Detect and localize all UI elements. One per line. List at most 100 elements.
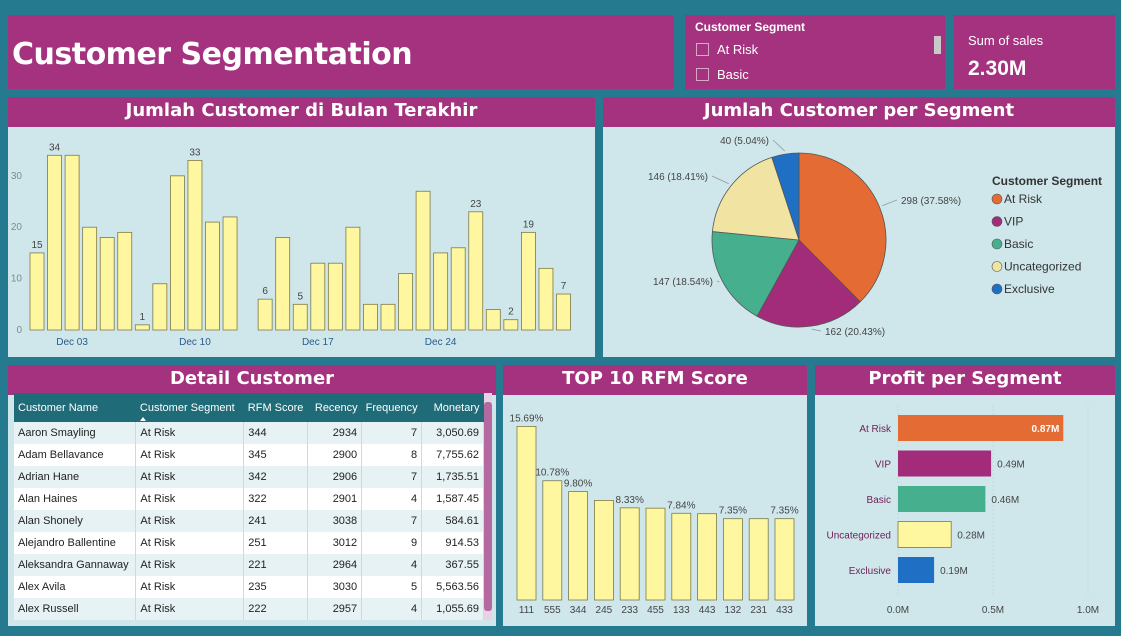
bar-data-label: 0.28M bbox=[957, 531, 985, 542]
table-cell: 2901 bbox=[307, 488, 363, 510]
kpi-value: 2.30M bbox=[968, 57, 1027, 80]
table-cell: 2934 bbox=[307, 422, 363, 444]
table-cell: 344 bbox=[243, 422, 309, 444]
pie-data-label: 162 (20.43%) bbox=[825, 327, 885, 338]
x-tick-label: 443 bbox=[699, 605, 716, 616]
daily-bar bbox=[380, 303, 396, 331]
table-row[interactable]: Alan Shonely At Risk 241 3038 7 584.61 bbox=[14, 510, 484, 532]
table-cell: 2906 bbox=[307, 466, 363, 488]
table-cell: 1,055.69 bbox=[421, 598, 484, 620]
daily-bar bbox=[538, 267, 554, 331]
table-row[interactable]: Aleksandra Gannaway At Risk 221 2964 4 367.55 bbox=[14, 554, 484, 576]
page-title: Customer Segmentation bbox=[12, 37, 413, 72]
daily-bar bbox=[345, 226, 361, 331]
table-cell: 3,050.69 bbox=[421, 422, 484, 444]
bar-data-label: 15 bbox=[31, 240, 43, 251]
pie-leader-line bbox=[772, 139, 786, 152]
pie-leader-line bbox=[716, 280, 720, 283]
bar-data-label: 7.35% bbox=[719, 506, 747, 517]
table-cell: 7 bbox=[361, 466, 423, 488]
rfm-chart-title: TOP 10 RFM Score bbox=[503, 365, 807, 395]
table-row[interactable]: Aaron Smayling At Risk 344 2934 7 3,050.69 bbox=[14, 422, 484, 444]
bar-data-label: 10.78% bbox=[535, 468, 569, 479]
daily-bar bbox=[222, 216, 238, 331]
daily-bar bbox=[47, 154, 62, 331]
x-tick-label: 245 bbox=[596, 605, 613, 616]
table-row[interactable]: Adrian Hane At Risk 342 2906 7 1,735.51 bbox=[14, 466, 484, 488]
pie-leader-line bbox=[811, 328, 822, 332]
daily-bar bbox=[275, 237, 291, 331]
daily-bar bbox=[64, 154, 80, 331]
checkbox-icon[interactable] bbox=[696, 67, 709, 81]
table-row[interactable]: Alan Haines At Risk 322 2901 4 1,587.45 bbox=[14, 488, 484, 510]
table-cell: At Risk bbox=[135, 466, 245, 488]
rfm-score-chart: 15.69% 111 10.78% 555 9.80% 344 245 8.33% 233 455… bbox=[510, 413, 799, 616]
table-cell: At Risk bbox=[135, 510, 245, 532]
column-header[interactable]: Frequency bbox=[362, 393, 422, 422]
category-label: Uncategorized bbox=[827, 531, 891, 542]
pie-chart-title: Jumlah Customer per Segment bbox=[603, 97, 1115, 127]
table-cell: 5,563.56 bbox=[421, 576, 484, 598]
table-cell: 222 bbox=[243, 598, 309, 620]
table-scrollbar-thumb[interactable] bbox=[484, 402, 492, 611]
table-cell: 367.55 bbox=[421, 554, 484, 576]
sort-ascending-icon[interactable] bbox=[139, 417, 146, 421]
daily-bar bbox=[450, 247, 466, 331]
legend-item: At Risk bbox=[1004, 192, 1043, 206]
bar-data-label: 15.69% bbox=[510, 413, 544, 424]
legend-swatch-icon bbox=[991, 193, 1003, 205]
rfm-bar bbox=[594, 500, 614, 601]
bar-data-label: 0.19M bbox=[940, 566, 968, 577]
table-cell: Aaron Smayling bbox=[14, 422, 137, 444]
daily-bar bbox=[29, 252, 45, 331]
column-header[interactable]: RFM Score bbox=[244, 393, 308, 422]
daily-bar bbox=[503, 319, 519, 331]
profit-segment-panel: Profit per Segment 0.0M 0.5M 1.0M At Risk 0.… bbox=[815, 365, 1115, 626]
daily-bar bbox=[468, 211, 484, 331]
x-tick-label: 0.0M bbox=[887, 605, 909, 616]
daily-bar bbox=[310, 262, 326, 331]
table-row[interactable]: Alex Russell At Risk 222 2957 4 1,055.69 bbox=[14, 598, 484, 620]
kpi-label: Sum of sales bbox=[968, 33, 1044, 48]
table-cell: At Risk bbox=[135, 576, 245, 598]
table-row[interactable]: Alejandro Ballentine At Risk 251 3012 9 914.5… bbox=[14, 532, 484, 554]
slicer-item-basic[interactable]: Basic bbox=[696, 65, 749, 83]
x-tick-label: 1.0M bbox=[1077, 605, 1099, 616]
category-label: VIP bbox=[875, 460, 891, 471]
x-tick-label: 433 bbox=[776, 605, 793, 616]
table-cell: Adrian Hane bbox=[14, 466, 137, 488]
profit-bar bbox=[898, 557, 935, 583]
pie-leader-line bbox=[711, 175, 729, 185]
table-row[interactable]: Alex Avila At Risk 235 3030 5 5,563.56 bbox=[14, 576, 484, 598]
table-row[interactable]: Adam Bellavance At Risk 345 2900 8 7,755.62 bbox=[14, 444, 484, 466]
column-header[interactable]: Monetary bbox=[422, 393, 484, 422]
table-cell: 322 bbox=[243, 488, 309, 510]
table-cell: 2900 bbox=[307, 444, 363, 466]
table-body: Aaron Smayling At Risk 344 2934 7 3,050.69 Ada… bbox=[14, 422, 484, 620]
x-tick-label: Dec 17 bbox=[302, 337, 334, 348]
slicer-item-at-risk[interactable]: At Risk bbox=[696, 40, 758, 58]
table-cell: 584.61 bbox=[421, 510, 484, 532]
rfm-bar bbox=[568, 491, 588, 601]
table-cell: Alejandro Ballentine bbox=[14, 532, 137, 554]
table-title: Detail Customer bbox=[8, 365, 496, 395]
daily-bar bbox=[292, 303, 308, 331]
slicer-scrollbar[interactable] bbox=[934, 36, 941, 54]
segment-pie-chart: 298 (37.58%) 162 (20.43%) 147 (18.54%) 146 … bbox=[648, 136, 1102, 338]
segment-slicer[interactable]: Customer Segment At Risk Basic bbox=[685, 15, 945, 89]
daily-bar bbox=[257, 298, 273, 331]
rfm-bar bbox=[697, 513, 718, 601]
column-header[interactable]: Customer Segment bbox=[136, 393, 244, 422]
table-cell: 221 bbox=[243, 554, 309, 576]
x-tick-label: 344 bbox=[570, 605, 587, 616]
table-cell: At Risk bbox=[135, 532, 245, 554]
column-header[interactable]: Recency bbox=[308, 393, 362, 422]
daily-bar bbox=[363, 303, 378, 331]
column-header[interactable]: Customer Name bbox=[14, 393, 136, 422]
bar-data-label: 0.49M bbox=[997, 460, 1025, 471]
checkbox-icon[interactable] bbox=[696, 42, 709, 56]
legend-swatch-icon bbox=[991, 216, 1003, 227]
detail-customer-panel: Detail Customer Customer Name Customer Se… bbox=[8, 365, 496, 626]
category-label: Basic bbox=[867, 495, 891, 506]
pie-data-label: 146 (18.41%) bbox=[648, 172, 708, 183]
